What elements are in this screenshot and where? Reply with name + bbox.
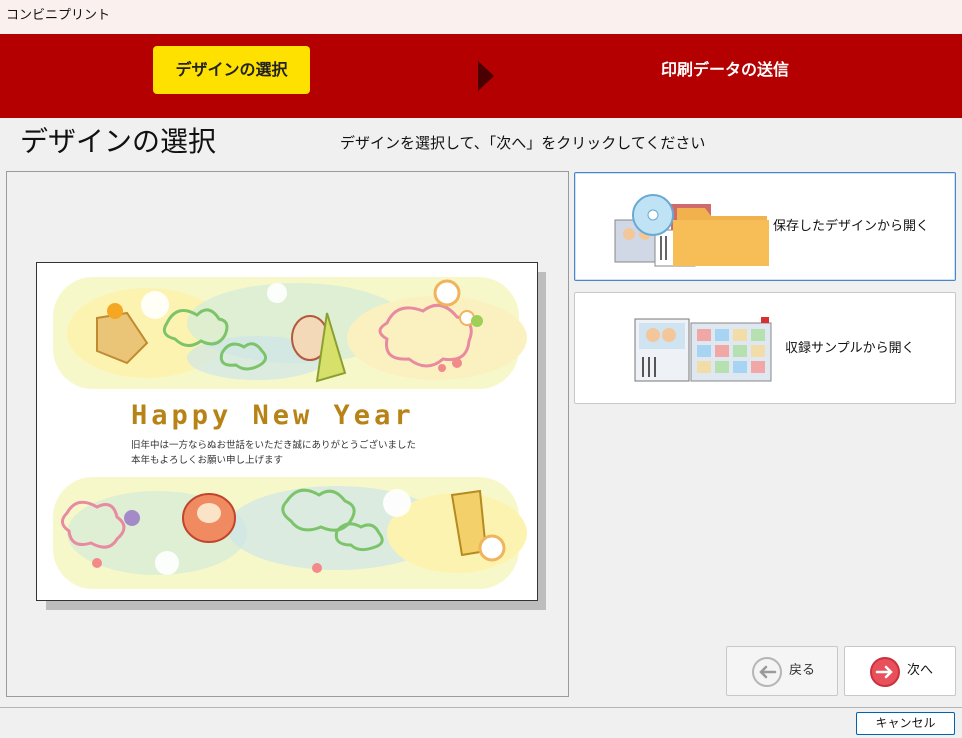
open-sample-label: 収録サンプルから開く	[785, 341, 915, 356]
card-heading: Happy New Year	[131, 400, 415, 431]
cancel-button[interactable]: キャンセル	[856, 712, 955, 735]
sample-catalog-icon	[634, 317, 772, 382]
card-message-line-1: 旧年中は一方ならぬお世話をいただき誠にありがとうございました	[131, 440, 417, 451]
page-title: デザインの選択	[20, 125, 217, 158]
step-design-select: デザインの選択	[153, 46, 310, 94]
step-banner: デザインの選択 印刷データの送信	[0, 34, 962, 118]
new-year-card-preview: Happy New Year 旧年中は一方ならぬお世話をいただき誠にありがとうご…	[36, 262, 538, 601]
card-message: 旧年中は一方ならぬお世話をいただき誠にありがとうございました 本年もよろしくお願…	[131, 438, 416, 468]
next-arrow-icon	[870, 657, 900, 687]
window-titlebar: コンビニプリント	[0, 0, 962, 34]
next-button[interactable]: 次へ	[844, 646, 956, 696]
step-send-print-data: 印刷データの送信	[660, 60, 789, 79]
next-label: 次へ	[907, 663, 934, 678]
card-message-line-2: 本年もよろしくお願い申し上げます	[131, 455, 284, 466]
back-button[interactable]: 戻る	[726, 646, 838, 696]
open-sample-button[interactable]: 収録サンプルから開く	[574, 292, 956, 404]
instruction-text: デザインを選択して、「次へ」をクリックしてください	[340, 134, 706, 152]
back-label: 戻る	[789, 663, 816, 678]
open-saved-design-label: 保存したデザインから開く	[773, 219, 930, 234]
window-title: コンビニプリント	[6, 8, 111, 23]
card-illustration	[53, 277, 527, 589]
open-saved-design-button[interactable]: 保存したデザインから開く	[574, 172, 956, 281]
back-arrow-icon	[752, 657, 782, 687]
saved-design-folder-icon	[614, 194, 769, 267]
step-arrow-icon	[478, 61, 494, 91]
footer-divider	[0, 707, 962, 708]
